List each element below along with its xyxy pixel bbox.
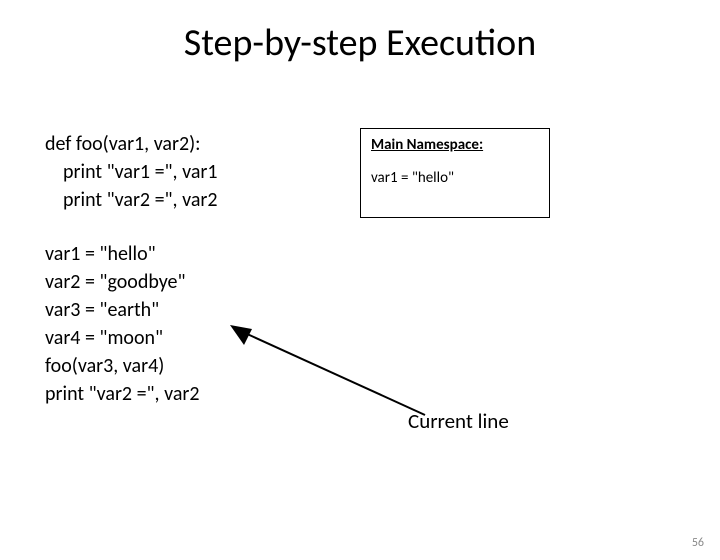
current-line-label: Current line — [408, 408, 509, 434]
slide-title: Step-by-step Execution — [0, 20, 720, 66]
namespace-entry: var1 = "hello" — [371, 168, 539, 189]
namespace-title: Main Namespace: — [371, 135, 539, 156]
code-line-var2: var2 = "goodbye" — [45, 268, 675, 296]
code-line-foo-call: foo(var3, var4) — [45, 352, 675, 380]
page-number: 56 — [692, 536, 704, 550]
namespace-box: Main Namespace: var1 = "hello" — [360, 128, 550, 218]
code-line-print3: print "var2 =", var2 — [45, 380, 675, 408]
code-line-var1: var1 = "hello" — [45, 240, 675, 268]
code-line-var4: var4 = "moon" — [45, 324, 675, 352]
code-line-var3: var3 = "earth" — [45, 296, 675, 324]
